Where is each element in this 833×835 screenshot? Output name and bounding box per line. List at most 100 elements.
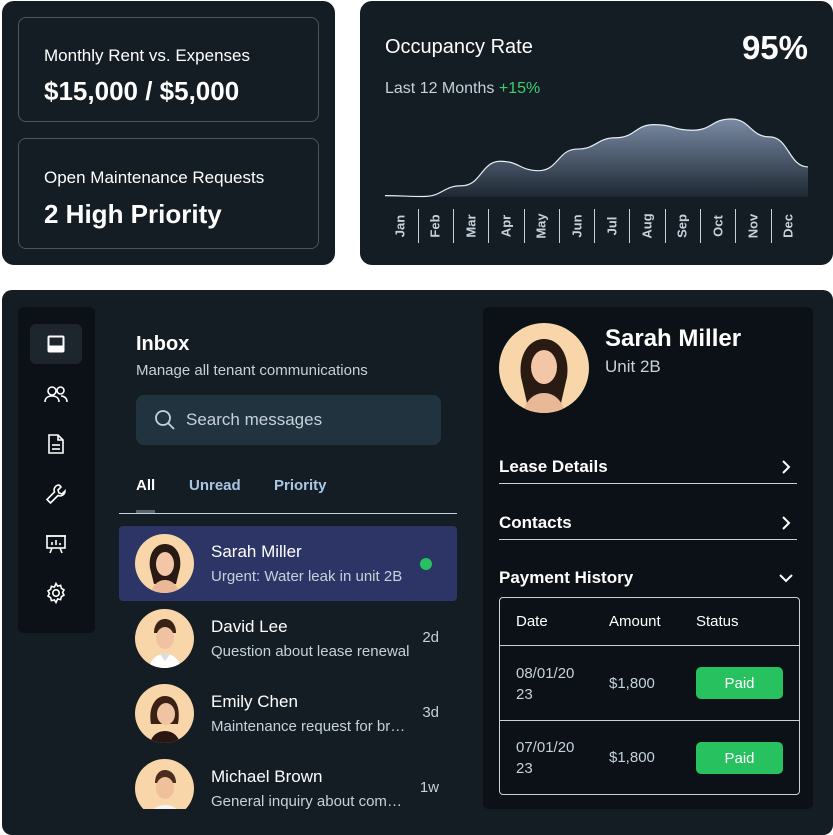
nav-maintenance[interactable] <box>30 474 82 514</box>
month-tick-label: Jul <box>604 216 620 236</box>
message-preview: Maintenance request for bro... <box>211 718 411 735</box>
occupancy-area <box>385 118 808 197</box>
rent-expenses-tile[interactable]: Monthly Rent vs. Expenses $15,000 / $5,0… <box>18 17 319 122</box>
unread-indicator <box>420 558 432 570</box>
nav-documents[interactable] <box>30 424 82 464</box>
avatar <box>135 684 194 743</box>
gear-icon <box>46 582 66 604</box>
rent-expenses-value: $15,000 / $5,000 <box>44 76 240 106</box>
payment-amount: $1,800 <box>609 675 655 692</box>
month-separator <box>452 209 454 243</box>
avatar <box>135 759 194 809</box>
occupancy-card: Occupancy Rate 95% Last 12 Months +15% J… <box>360 1 833 265</box>
month-tick-label: Feb <box>427 214 443 238</box>
message-sender: Sarah Miller <box>211 542 302 561</box>
nav-settings[interactable] <box>30 573 82 613</box>
month-tick-label: Dec <box>780 214 796 238</box>
tab-unread[interactable]: Unread <box>189 477 241 494</box>
month-tick-label: Aug <box>639 213 655 239</box>
avatar <box>135 534 194 593</box>
presentation-icon <box>46 535 66 554</box>
maintenance-tile[interactable]: Open Maintenance Requests 2 High Priorit… <box>18 138 319 249</box>
maintenance-label: Open Maintenance Requests <box>44 168 265 187</box>
message-preview: Question about lease renewal <box>211 643 410 660</box>
document-icon <box>48 434 64 454</box>
message-sender: Michael Brown <box>211 767 323 786</box>
inbox-subtitle: Manage all tenant communications <box>136 362 368 379</box>
payment-date: 07/01/2023 <box>516 739 575 777</box>
row-divider <box>500 720 799 721</box>
message-item[interactable]: Sarah Miller Urgent: Water leak in unit … <box>119 526 457 601</box>
month-tick-label: Mar <box>463 214 479 238</box>
month-tick-label: May <box>533 213 549 239</box>
section-divider <box>499 539 797 540</box>
sidebar-rail <box>18 307 95 633</box>
chevron-down-icon <box>779 574 793 583</box>
nav-reports[interactable] <box>30 524 82 564</box>
tenant-detail-panel: Sarah Miller Unit 2B Lease Details Conta… <box>483 307 813 809</box>
message-item[interactable]: Emily Chen Maintenance request for bro..… <box>119 676 457 751</box>
payment-history-label: Payment History <box>499 568 634 587</box>
message-preview: General inquiry about comm... <box>211 793 411 809</box>
search-input[interactable]: Search messages <box>136 395 441 445</box>
column-header-status: Status <box>696 613 739 630</box>
message-sender: David Lee <box>211 617 288 636</box>
summary-card: Monthly Rent vs. Expenses $15,000 / $5,0… <box>2 1 335 265</box>
payment-amount: $1,800 <box>609 749 655 766</box>
month-separator <box>629 209 631 243</box>
month-separator <box>523 209 525 243</box>
month-tick-label: Sep <box>674 214 690 238</box>
month-separator <box>735 209 737 243</box>
search-icon <box>155 410 175 430</box>
month-tick-label: Jan <box>392 214 408 238</box>
message-time: 2d <box>422 629 439 646</box>
month-tick-label: Oct <box>710 215 726 237</box>
month-tick-label: Apr <box>498 214 514 238</box>
tab-priority[interactable]: Priority <box>274 477 327 494</box>
tab-all[interactable]: All <box>136 477 155 494</box>
tenant-name: Sarah Miller <box>605 325 742 352</box>
message-item[interactable]: David Lee Question about lease renewal 2… <box>119 601 457 676</box>
month-tick-label: Jun <box>569 214 584 238</box>
message-time: 1w <box>419 779 439 796</box>
month-tick-label: Nov <box>745 213 761 239</box>
month-separator <box>770 209 772 243</box>
inbox-icon <box>47 335 65 353</box>
row-divider <box>500 645 799 646</box>
lease-details-label: Lease Details <box>499 457 608 476</box>
month-separator <box>417 209 419 243</box>
status-badge: Paid <box>696 742 783 774</box>
month-separator <box>664 209 666 243</box>
chevron-right-icon <box>782 516 791 530</box>
avatar <box>499 323 589 413</box>
tenant-unit: Unit 2B <box>605 357 661 376</box>
users-icon <box>44 386 68 403</box>
contacts-toggle[interactable]: Contacts <box>499 495 797 551</box>
tabs-divider <box>119 513 457 514</box>
wrench-icon <box>45 484 66 505</box>
month-separator <box>558 209 560 243</box>
month-separator <box>700 209 702 243</box>
contacts-label: Contacts <box>499 513 572 532</box>
month-separator <box>594 209 596 243</box>
section-divider <box>499 483 797 484</box>
status-badge: Paid <box>696 667 783 699</box>
column-header-amount: Amount <box>609 613 661 630</box>
payment-history-table: Date Amount Status 08/01/2023 $1,800 Pai… <box>499 597 800 795</box>
rent-expenses-label: Monthly Rent vs. Expenses <box>44 46 250 65</box>
message-sender: Emily Chen <box>211 692 298 711</box>
month-separator <box>488 209 490 243</box>
payment-date: 08/01/2023 <box>516 665 575 703</box>
inbox-title: Inbox <box>136 333 190 355</box>
nav-inbox[interactable] <box>30 324 82 364</box>
lease-details-toggle[interactable]: Lease Details <box>499 439 797 495</box>
chevron-right-icon <box>782 460 791 474</box>
message-time: 3d <box>422 704 439 721</box>
nav-tenants[interactable] <box>30 374 82 414</box>
avatar <box>135 609 194 668</box>
search-placeholder: Search messages <box>186 410 323 429</box>
message-preview: Urgent: Water leak in unit 2B <box>211 568 403 585</box>
column-header-date: Date <box>516 613 548 630</box>
maintenance-value: 2 High Priority <box>44 199 222 229</box>
message-item[interactable]: Michael Brown General inquiry about comm… <box>119 751 457 809</box>
